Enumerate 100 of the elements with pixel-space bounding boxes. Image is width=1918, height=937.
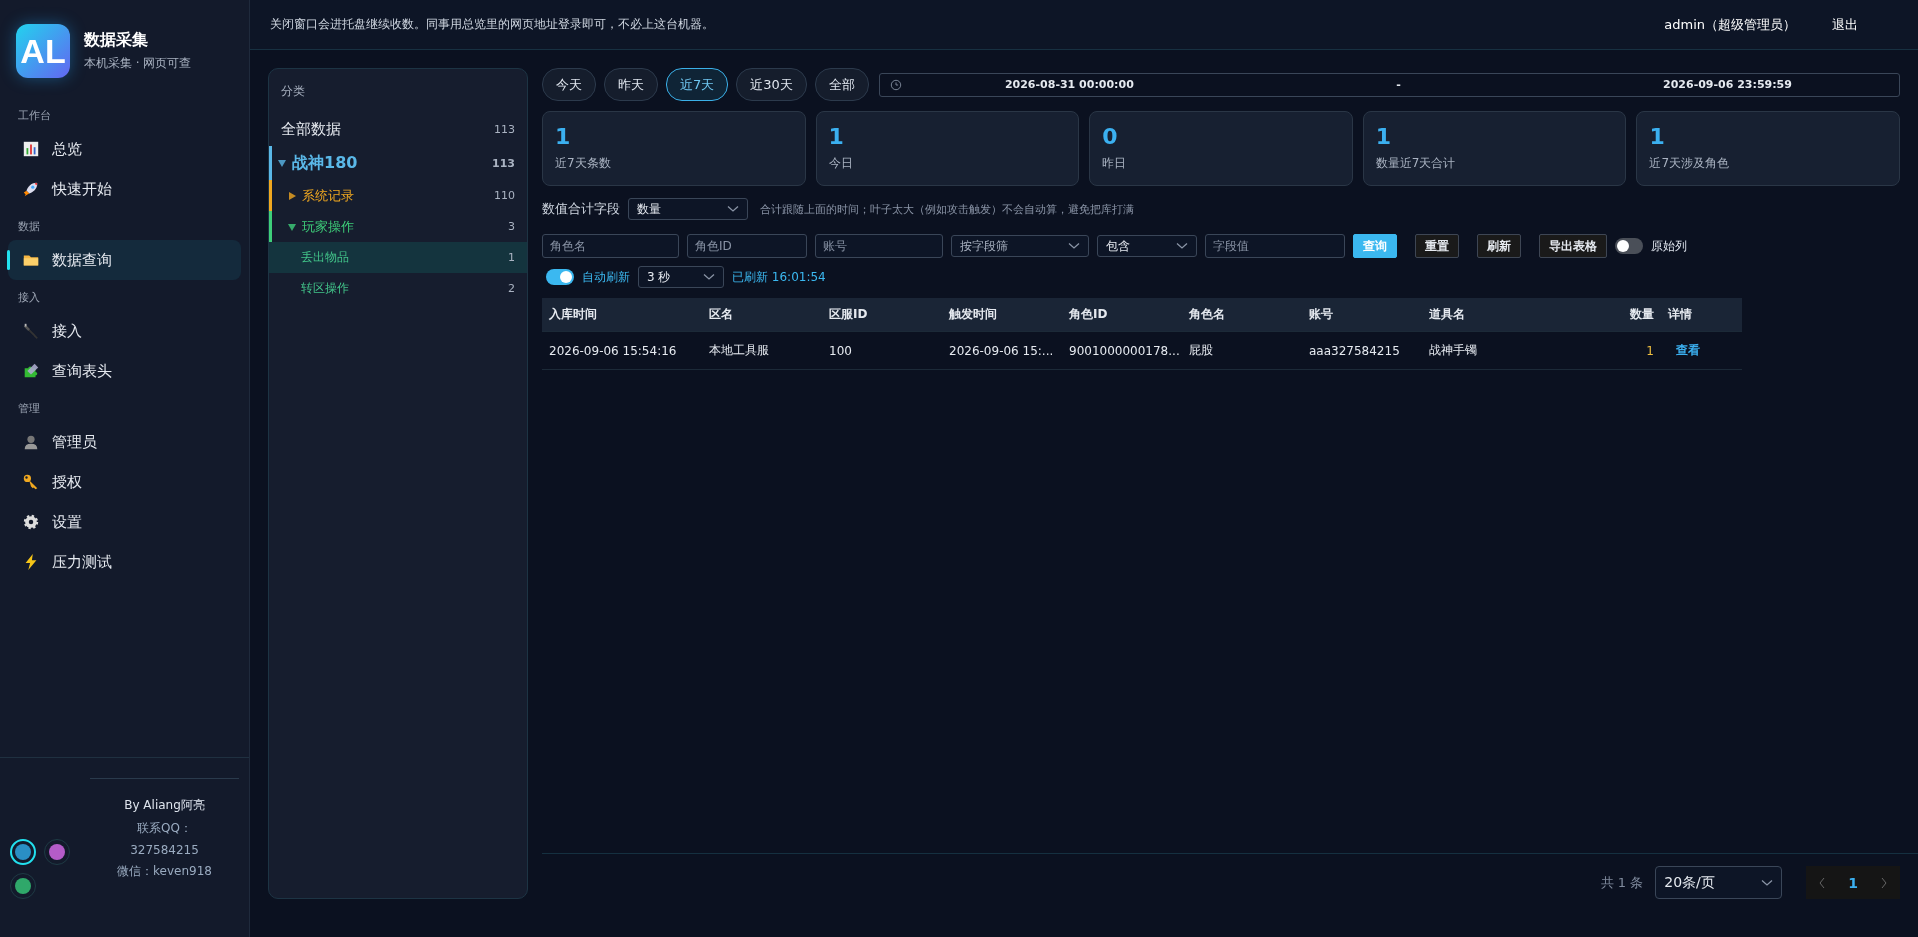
total-count: 共 1 条 — [1600, 873, 1644, 892]
notice-text: 关闭窗口会进托盘继续收数。同事用总览里的网页地址登录即可，不必上这台机器。 — [270, 16, 715, 33]
rocket-icon — [22, 180, 40, 198]
tree-item[interactable]: 全部数据 113 — [269, 112, 527, 146]
logout-link[interactable]: 退出 — [1832, 15, 1858, 34]
field-value-input[interactable]: 字段值 — [1205, 234, 1345, 258]
role-id-field[interactable]: 角色ID — [687, 234, 807, 258]
nav-item[interactable]: 快速开始 — [8, 169, 241, 209]
stat-value: 1 — [828, 124, 845, 149]
nav-section-label: 接入 — [17, 290, 41, 306]
wechat-id: 微信：keven918 — [117, 863, 212, 880]
nav-item[interactable]: 数据查询 — [8, 240, 241, 280]
column-header: 入库时间 — [549, 306, 598, 323]
toggle-label: 原始列 — [1651, 237, 1687, 255]
panel-title: 分类 — [280, 83, 306, 100]
nav-item[interactable]: 压力测试 — [8, 542, 241, 582]
tree-item[interactable]: 转区操作 2 — [269, 273, 527, 304]
account-field[interactable]: 账号 — [815, 234, 943, 258]
settings-icon — [22, 513, 40, 531]
hint-text: 合计跟随上面的时间；叶子太大（例如攻击触发）不会自动算，避免把库打满 — [760, 201, 1134, 217]
table-cell-text: 9001000000178... — [1069, 343, 1181, 358]
field-select[interactable]: 按字段筛 — [951, 235, 1089, 257]
chevron-down-icon — [703, 273, 715, 281]
toggle-switch[interactable] — [1615, 238, 1643, 254]
toggle-switch[interactable] — [546, 269, 574, 285]
stat-label: 数量近7天合计 — [1375, 155, 1457, 172]
triangle-down-icon[interactable] — [278, 159, 286, 167]
toggle-label: 自动刷新 — [582, 268, 630, 286]
table-cell-text: 2026-09-06 15:... — [949, 343, 1055, 358]
next-page-icon[interactable] — [1880, 876, 1888, 889]
tree-item[interactable]: 丢出物品 1 — [269, 242, 527, 273]
table-cell-text: 2026-09-06 15:54:16 — [549, 343, 678, 358]
nav-section-label: 工作台 — [17, 108, 52, 124]
role-name-field[interactable]: 角色名 — [542, 234, 679, 258]
range-button[interactable]: 近7天 — [666, 68, 729, 101]
table-cell-text: 屁股 — [1189, 342, 1214, 359]
column-header: 区服ID — [829, 306, 869, 323]
chevron-down-icon — [1176, 242, 1188, 250]
stat-label: 今日 — [828, 155, 854, 172]
triangle-down-icon[interactable] — [288, 222, 296, 231]
table-cell-text: 本地工具服 — [709, 342, 770, 359]
table-cell-text: 100 — [829, 343, 853, 358]
nav-item[interactable]: 管理员 — [8, 422, 241, 462]
triangle-right-icon[interactable] — [288, 191, 296, 200]
column-header: 账号 — [1309, 306, 1334, 323]
action-button[interactable]: 重置 — [1415, 234, 1459, 258]
app-title: 数据采集 — [84, 30, 149, 51]
user-name: admin（超级管理员） — [1664, 15, 1796, 34]
table-cell-text: aaa327584215 — [1309, 343, 1401, 358]
sum-field-select[interactable]: 数量 — [628, 198, 748, 220]
qq-number: 327584215 — [130, 843, 199, 857]
refresh-status: 已刷新 16:01:54 — [732, 268, 826, 286]
nav-item[interactable]: 接入 — [8, 311, 241, 351]
author-credit: By Aliang阿亮 — [124, 797, 205, 814]
chevron-down-icon — [727, 205, 739, 213]
nav-section-label: 管理 — [17, 401, 41, 417]
nav-item[interactable]: 总览 — [8, 129, 241, 169]
page-number[interactable]: 1 — [1848, 874, 1858, 891]
date-range-field[interactable]: 2026-08-31 00:00:00 - 2026-09-06 23:59:59 — [878, 72, 1900, 97]
stat-label: 近7天涉及角色 — [1649, 155, 1730, 172]
stat-label: 近7天条数 — [555, 155, 612, 172]
page-size-select[interactable]: 20条/页 — [1655, 866, 1783, 899]
operator-select[interactable]: 包含 — [1097, 235, 1197, 257]
clock-icon — [889, 78, 902, 91]
interval-select[interactable]: 3 秒 — [638, 266, 724, 288]
person-icon — [22, 433, 40, 451]
column-header: 详情 — [1668, 306, 1693, 323]
range-button[interactable]: 近30天 — [736, 68, 807, 101]
stat-value: 1 — [1649, 124, 1666, 149]
column-header: 道具名 — [1429, 306, 1466, 323]
range-button[interactable]: 今天 — [542, 68, 596, 101]
field-label: 数值合计字段 — [542, 200, 620, 218]
action-button[interactable]: 导出表格 — [1539, 234, 1607, 258]
stat-label: 昨日 — [1102, 155, 1128, 172]
nav-item[interactable]: 设置 — [8, 502, 241, 542]
chevron-down-icon — [1761, 878, 1774, 887]
stat-value: 1 — [1375, 124, 1393, 149]
app-subtitle: 本机采集 · 网页可查 — [84, 55, 192, 72]
action-button[interactable]: 刷新 — [1477, 234, 1521, 258]
column-header: 数量 — [1629, 306, 1655, 323]
chevron-down-icon — [1068, 242, 1080, 250]
table-cell-text: 战神手镯 — [1429, 342, 1478, 359]
stat-value: 0 — [1102, 124, 1119, 149]
column-header: 角色ID — [1069, 306, 1109, 323]
table-cell-text: 1 — [1645, 343, 1655, 358]
column-header: 角色名 — [1189, 306, 1226, 323]
key-icon — [22, 473, 40, 491]
tree-item[interactable]: 系统记录 110 — [269, 180, 527, 211]
tree-item[interactable]: 战神180 113 — [269, 146, 527, 180]
previous-page-icon[interactable] — [1818, 876, 1827, 889]
nav-item[interactable]: 查询表头 — [8, 351, 241, 391]
stat-value: 1 — [555, 124, 572, 149]
qq-label: 联系QQ： — [137, 820, 192, 837]
view-link[interactable]: 查看 — [1676, 343, 1700, 357]
column-header: 触发时间 — [949, 306, 998, 323]
nav-item[interactable]: 授权 — [8, 462, 241, 502]
bar-chart-icon — [22, 140, 40, 158]
range-button[interactable]: 全部 — [814, 68, 869, 101]
app-logo: AL — [16, 24, 70, 78]
range-button[interactable]: 昨天 — [604, 68, 658, 101]
